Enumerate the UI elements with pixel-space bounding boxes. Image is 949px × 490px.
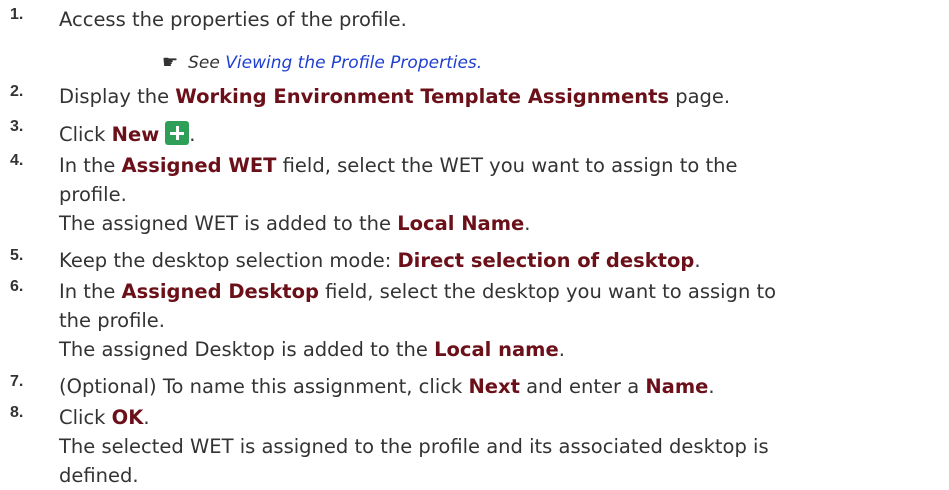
step-number: 5.: [10, 247, 24, 264]
step-number: 2.: [10, 83, 24, 100]
plus-icon: [165, 121, 190, 145]
step-text: Keep the desktop selection mode: Direct …: [59, 249, 701, 272]
step-text-continued: the profile.: [59, 309, 165, 332]
step-result-continued: defined.: [59, 464, 139, 487]
step-text: Click OK.: [59, 406, 150, 429]
step-number: 3.: [10, 118, 24, 135]
step-number: 7.: [10, 373, 24, 390]
step-text: (Optional) To name this assignment, clic…: [59, 375, 715, 398]
step-text-continued: profile.: [59, 183, 127, 206]
step-result: The assigned Desktop is added to the Loc…: [59, 338, 565, 361]
step-number: 6.: [10, 278, 24, 295]
step-result: The assigned WET is added to the Local N…: [59, 212, 531, 235]
step-number: 4.: [10, 152, 24, 169]
step-text: In the Assigned WET field, select the WE…: [59, 154, 738, 177]
step-text: Access the properties of the profile.: [59, 8, 407, 31]
step-text: In the Assigned Desktop field, select th…: [59, 280, 777, 303]
step-result: The selected WET is assigned to the prof…: [59, 435, 769, 458]
viewing-profile-properties-link[interactable]: Viewing the Profile Properties.: [225, 53, 482, 73]
pointing-hand-icon: ☛: [162, 52, 179, 73]
procedure: 1. Access the properties of the profile.…: [0, 0, 949, 487]
step-text: Display the Working Environment Template…: [59, 85, 731, 108]
see-reference: ☛ See Viewing the Profile Properties.: [162, 52, 483, 73]
step-number: 1.: [10, 6, 24, 23]
step-text: Click New.: [59, 121, 196, 146]
step-number: 8.: [10, 404, 24, 421]
